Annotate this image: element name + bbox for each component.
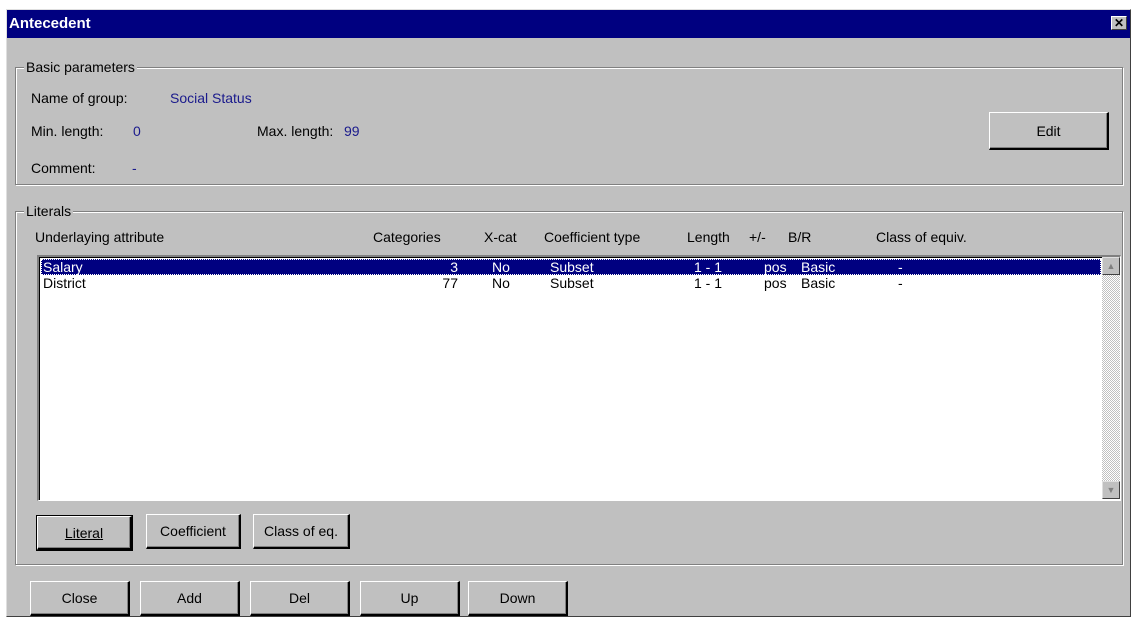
close-button-label: Close [61, 590, 98, 606]
coefficient-button-label: Coefficient [160, 523, 226, 539]
window-title: Antecedent [9, 15, 91, 32]
coefficient-button[interactable]: Coefficient [146, 514, 241, 549]
cell-xcat: No [492, 275, 510, 291]
column-header-coefficient-type: Coefficient type [544, 229, 641, 245]
title-bar: Antecedent ✕ [7, 10, 1130, 38]
basic-parameters-legend: Basic parameters [24, 59, 137, 75]
min-length-value: 0 [133, 123, 141, 139]
literals-list[interactable]: Salary 3 No Subset 1 - 1 pos Basic - Dis… [37, 255, 1121, 501]
up-button[interactable]: Up [360, 581, 460, 616]
cell-br: Basic [801, 275, 836, 291]
add-button-label: Add [177, 590, 202, 606]
close-window-button[interactable]: ✕ [1111, 16, 1127, 30]
cell-categories: 77 [442, 275, 458, 291]
comment-value: - [132, 160, 137, 176]
cell-length: 1 - 1 [694, 275, 723, 291]
vertical-scrollbar[interactable]: ▲ ▼ [1102, 257, 1120, 499]
class-of-eq-button-label: Class of eq. [264, 523, 338, 539]
del-button-label: Del [288, 590, 310, 606]
edit-button[interactable]: Edit [989, 112, 1109, 150]
max-length-label: Max. length: [257, 123, 334, 139]
cell-class-of-equiv: - [898, 275, 903, 291]
cell-coefficient-type: Subset [550, 259, 594, 275]
class-of-eq-button[interactable]: Class of eq. [253, 514, 350, 549]
column-header-sign: +/- [749, 229, 766, 245]
column-header-length: Length [687, 229, 730, 245]
edit-button-label: Edit [1036, 122, 1061, 139]
scroll-down-icon[interactable]: ▼ [1102, 481, 1120, 499]
cell-categories: 3 [450, 259, 458, 275]
cell-sign: pos [764, 275, 787, 291]
literal-button-label: Literal [64, 524, 104, 541]
literal-button[interactable]: Literal [36, 515, 133, 551]
close-icon: ✕ [1113, 16, 1125, 30]
down-button[interactable]: Down [468, 581, 568, 616]
cell-attribute: Salary [43, 259, 83, 275]
literals-legend: Literals [24, 203, 74, 219]
name-of-group-label: Name of group: [31, 90, 128, 106]
column-header-br: B/R [788, 229, 812, 245]
comment-label: Comment: [31, 160, 96, 176]
cell-length: 1 - 1 [694, 259, 723, 275]
del-button[interactable]: Del [250, 581, 350, 616]
down-button-label: Down [499, 590, 536, 606]
scroll-up-icon[interactable]: ▲ [1102, 257, 1120, 275]
column-header-attribute: Underlaying attribute [35, 229, 165, 245]
antecedent-dialog: Antecedent ✕ Basic parameters Name of gr… [6, 9, 1131, 617]
cell-xcat: No [492, 259, 510, 275]
add-button[interactable]: Add [140, 581, 240, 616]
name-of-group-value: Social Status [170, 90, 252, 106]
cell-br: Basic [801, 259, 836, 275]
list-item[interactable]: Salary 3 No Subset 1 - 1 pos Basic - [41, 259, 1101, 275]
max-length-value: 99 [344, 123, 360, 139]
min-length-label: Min. length: [31, 123, 104, 139]
column-header-xcat: X-cat [484, 229, 517, 245]
close-button[interactable]: Close [30, 581, 130, 616]
cell-class-of-equiv: - [898, 259, 903, 275]
cell-sign: pos [764, 259, 787, 275]
cell-coefficient-type: Subset [550, 275, 594, 291]
basic-parameters-group: Basic parameters [15, 59, 1123, 185]
column-header-categories: Categories [373, 229, 441, 245]
column-header-class-of-equiv: Class of equiv. [876, 229, 967, 245]
up-button-label: Up [400, 590, 419, 606]
list-item[interactable]: District 77 No Subset 1 - 1 pos Basic - [41, 275, 1101, 291]
cell-attribute: District [43, 275, 86, 291]
